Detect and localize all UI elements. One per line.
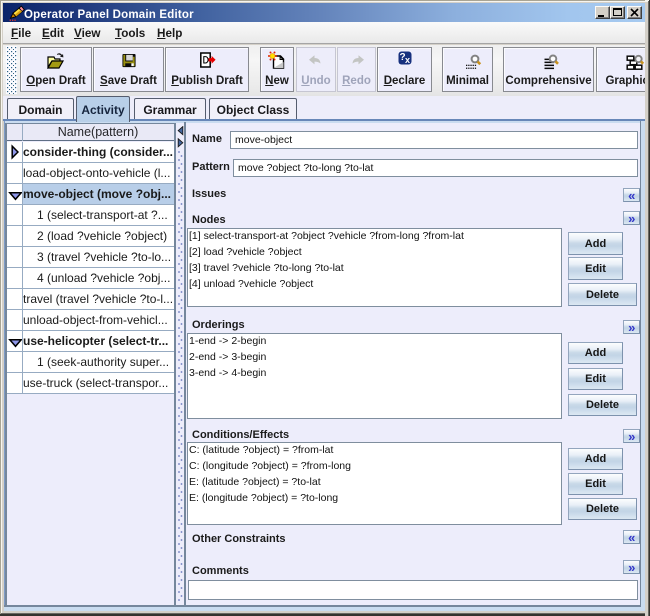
svg-text:x: x [405, 55, 410, 65]
